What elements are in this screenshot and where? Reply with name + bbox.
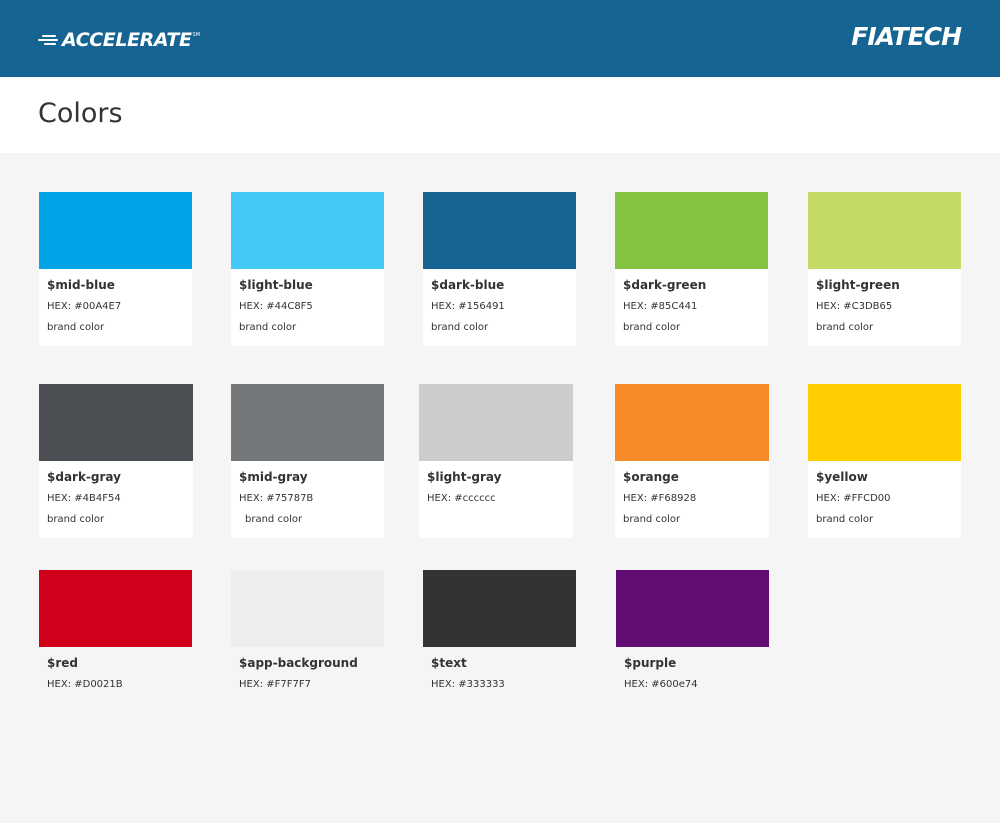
- color-note: brand color: [431, 322, 489, 333]
- color-swatch: [231, 384, 384, 461]
- color-hex: HEX: #600e74: [624, 679, 698, 690]
- fiatech-logo[interactable]: FIATECH: [851, 22, 962, 51]
- speed-lines-icon: [38, 32, 60, 48]
- color-card-app-background: $app-background HEX: #F7F7F7: [231, 570, 384, 690]
- color-hex: HEX: #F7F7F7: [239, 679, 311, 690]
- color-card-orange: $orange HEX: #F68928 brand color: [615, 384, 769, 538]
- color-name: $mid-blue: [47, 278, 115, 292]
- color-swatch: [808, 384, 961, 461]
- color-name: $light-blue: [239, 278, 313, 292]
- color-hex: HEX: #cccccc: [427, 493, 496, 504]
- color-name: $dark-gray: [47, 470, 121, 484]
- color-swatch: [419, 384, 573, 461]
- color-hex: HEX: #333333: [431, 679, 505, 690]
- color-swatch: [423, 570, 576, 647]
- color-card-light-blue: $light-blue HEX: #44C8F5 brand color: [231, 192, 384, 346]
- color-card-mid-gray: $mid-gray HEX: #75787B brand color: [231, 384, 384, 538]
- color-name: $light-gray: [427, 470, 502, 484]
- service-mark: SM: [192, 32, 201, 38]
- color-card-light-green: $light-green HEX: #C3DB65 brand color: [808, 192, 961, 346]
- color-note: brand color: [623, 322, 681, 333]
- title-bar: [0, 77, 1000, 153]
- color-hex: HEX: #44C8F5: [239, 301, 313, 312]
- color-hex: HEX: #156491: [431, 301, 505, 312]
- color-note: brand color: [623, 514, 681, 525]
- color-note: brand color: [816, 514, 874, 525]
- color-card-dark-blue: $dark-blue HEX: #156491 brand color: [423, 192, 576, 346]
- color-note: brand color: [245, 514, 303, 525]
- color-swatch: [39, 192, 192, 269]
- color-hex: HEX: #85C441: [623, 301, 698, 312]
- color-swatch: [808, 192, 961, 269]
- color-name: $app-background: [239, 656, 358, 670]
- color-name: $light-green: [816, 278, 900, 292]
- color-card-dark-gray: $dark-gray HEX: #4B4F54 brand color: [39, 384, 193, 538]
- color-swatch: [615, 384, 769, 461]
- color-note: brand color: [239, 322, 297, 333]
- color-note: brand color: [47, 322, 105, 333]
- color-hex: HEX: #C3DB65: [816, 301, 893, 312]
- app-header: ACCELERATE SM FIATECH: [0, 0, 1000, 77]
- color-hex: HEX: #D0021B: [47, 679, 123, 690]
- page-title: Colors: [38, 98, 123, 129]
- color-swatch: [616, 570, 769, 647]
- color-name: $text: [431, 656, 467, 670]
- color-hex: HEX: #F68928: [623, 493, 697, 504]
- color-note: brand color: [47, 514, 105, 525]
- color-swatch: [231, 570, 384, 647]
- color-name: $purple: [624, 656, 677, 670]
- color-swatch: [231, 192, 384, 269]
- color-note: brand color: [816, 322, 874, 333]
- color-hex: HEX: #00A4E7: [47, 301, 122, 312]
- color-name: $yellow: [816, 470, 868, 484]
- accelerate-logo-text: ACCELERATE: [62, 29, 192, 51]
- color-card-mid-blue: $mid-blue HEX: #00A4E7 brand color: [39, 192, 192, 346]
- color-name: $dark-green: [623, 278, 707, 292]
- color-card-purple: $purple HEX: #600e74: [616, 570, 769, 690]
- color-hex: HEX: #4B4F54: [47, 493, 121, 504]
- color-hex: HEX: #75787B: [239, 493, 314, 504]
- color-hex: HEX: #FFCD00: [816, 493, 891, 504]
- accelerate-logo[interactable]: ACCELERATE SM: [38, 27, 200, 53]
- color-name: $mid-gray: [239, 470, 308, 484]
- color-swatch: [39, 384, 193, 461]
- color-name: $orange: [623, 470, 679, 484]
- color-name: $dark-blue: [431, 278, 505, 292]
- color-card-dark-green: $dark-green HEX: #85C441 brand color: [615, 192, 768, 346]
- color-card-light-gray: $light-gray HEX: #cccccc: [419, 384, 573, 538]
- color-card-text: $text HEX: #333333: [423, 570, 576, 690]
- color-swatch: [423, 192, 576, 269]
- color-name: $red: [47, 656, 78, 670]
- color-card-yellow: $yellow HEX: #FFCD00 brand color: [808, 384, 961, 538]
- color-card-red: $red HEX: #D0021B: [39, 570, 192, 690]
- color-swatch: [39, 570, 192, 647]
- color-swatch: [615, 192, 768, 269]
